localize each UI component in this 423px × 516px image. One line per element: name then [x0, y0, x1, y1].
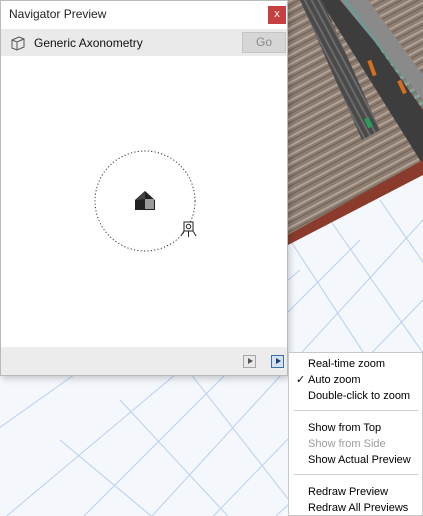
house-model-icon: [135, 191, 155, 210]
menu-item-real-time-zoom[interactable]: Real-time zoom: [289, 356, 422, 372]
navigator-preview-palette: Navigator Preview x Generic Axonometry G…: [0, 0, 288, 376]
menu-item-double-click-to-zoom[interactable]: Double-click to zoom: [289, 388, 422, 404]
play-left-icon[interactable]: [243, 355, 256, 368]
palette-title: Navigator Preview: [9, 7, 107, 21]
camera-icon: [180, 221, 197, 237]
menu-item-show-actual-preview[interactable]: Show Actual Preview: [289, 452, 422, 468]
menu-item-show-from-side: Show from Side: [308, 438, 386, 450]
menu-separator: [294, 474, 418, 475]
navigator-preview-menu: Real-time zoom ✓ Auto zoom Double-click …: [288, 352, 423, 516]
axonometry-cube-icon: [11, 36, 25, 51]
view-name-label: Generic Axonometry: [34, 36, 143, 50]
menu-item-redraw-all-previews[interactable]: Redraw All Previews: [289, 500, 422, 516]
menu-item-show-from-top[interactable]: Show from Top: [289, 420, 422, 436]
play-menu-icon[interactable]: [271, 355, 284, 368]
menu-item-auto-zoom[interactable]: ✓ Auto zoom: [289, 372, 422, 388]
view-selector-bar[interactable]: Generic Axonometry Go: [1, 29, 287, 56]
close-button[interactable]: x: [268, 6, 286, 24]
menu-item-redraw-preview[interactable]: Redraw Preview: [289, 484, 422, 500]
go-button[interactable]: Go: [242, 32, 286, 53]
preview-area[interactable]: [1, 57, 287, 347]
menu-separator: [294, 410, 418, 411]
palette-footer: [1, 347, 287, 375]
checkmark-icon: ✓: [296, 374, 306, 386]
palette-titlebar[interactable]: Navigator Preview x: [1, 1, 287, 27]
